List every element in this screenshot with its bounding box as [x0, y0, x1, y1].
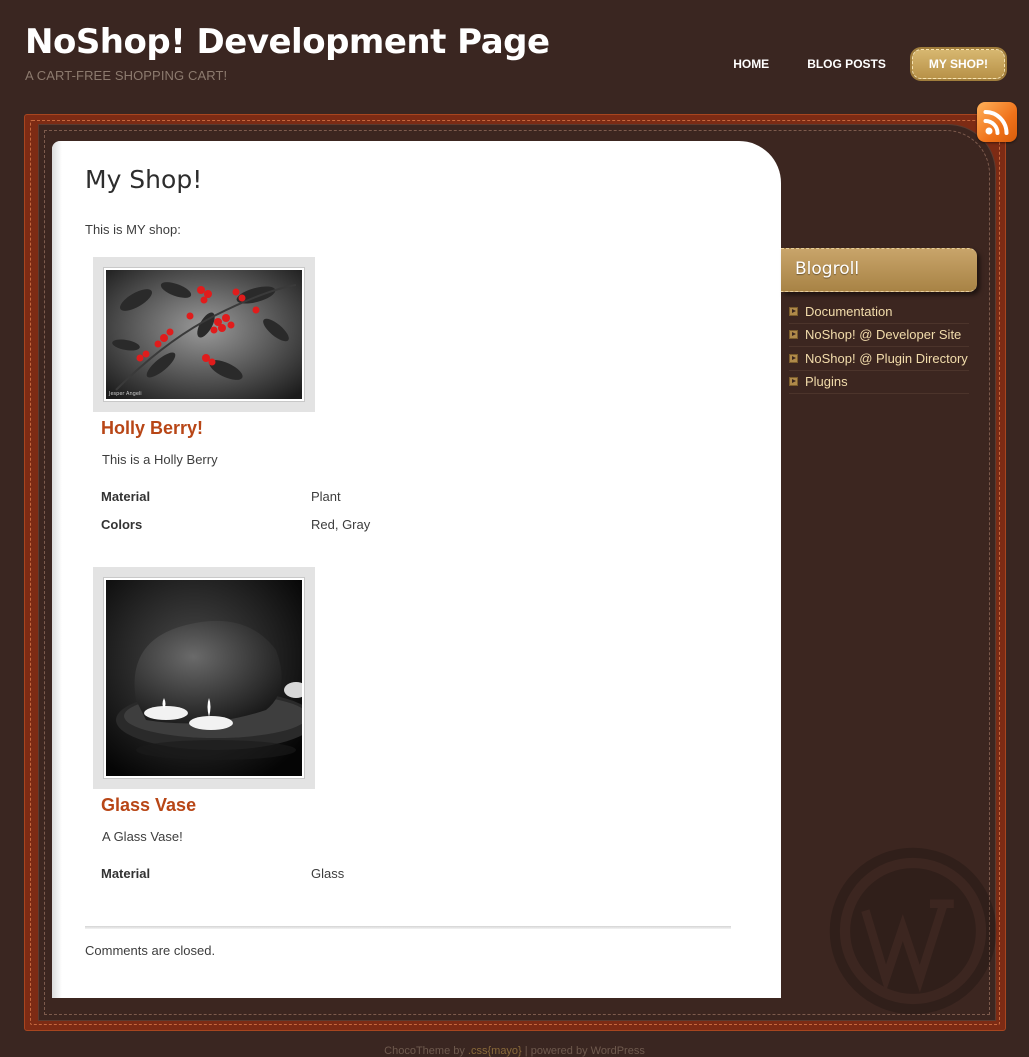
blogroll-link-plugin-directory[interactable]: NoShop! @ Plugin Directory — [805, 351, 968, 366]
attribute-value: Glass — [311, 866, 345, 881]
blogroll-item: Documentation — [789, 300, 969, 324]
main-nav: HOME BLOG POSTS MY SHOP! — [721, 49, 1005, 79]
attribute-value: Red, Gray — [311, 517, 371, 532]
page-title: My Shop! — [85, 165, 203, 194]
product-description: A Glass Vase! — [102, 829, 183, 844]
product-card: Jesper Angeli Holly Berry! This is a Hol… — [85, 257, 748, 545]
attribute-row: Material Glass — [101, 866, 748, 894]
footer-author-link[interactable]: .css{mayo} — [468, 1045, 522, 1057]
attribute-key: Material — [101, 866, 151, 881]
product-image-frame: Jesper Angeli — [93, 257, 315, 412]
nav-my-shop[interactable]: MY SHOP! — [911, 49, 1005, 79]
footer: ChocoTheme by .css{mayo} | powered by Wo… — [0, 1045, 1029, 1057]
intro-text: This is MY shop: — [85, 222, 181, 237]
attribute-value: Plant — [311, 489, 341, 504]
blogroll-list: Documentation NoShop! @ Developer Site N… — [789, 300, 969, 394]
blogroll-link-documentation[interactable]: Documentation — [805, 304, 892, 319]
site-title[interactable]: NoShop! Development Page — [25, 23, 550, 61]
footer-prefix: ChocoTheme by — [384, 1045, 468, 1057]
product-image-frame — [93, 567, 315, 789]
blogroll-link-developer-site[interactable]: NoShop! @ Developer Site — [805, 327, 961, 342]
attribute-row: Material Plant — [101, 489, 748, 517]
site-tagline: A CART-FREE SHOPPING CART! — [25, 68, 228, 83]
product-attributes: Material Plant Colors Red, Gray — [101, 489, 748, 545]
blogroll-title: Blogroll — [781, 248, 977, 292]
product-description: This is a Holly Berry — [102, 452, 218, 467]
blogroll-item: Plugins — [789, 371, 969, 394]
image-credit: Jesper Angeli — [108, 391, 142, 397]
blogroll-link-plugins[interactable]: Plugins — [805, 374, 848, 389]
rss-icon[interactable] — [977, 102, 1017, 142]
product-title[interactable]: Glass Vase — [101, 795, 748, 816]
footer-suffix: | powered by WordPress — [521, 1045, 645, 1057]
main-content: My Shop! This is MY shop: Jesper Angeli … — [52, 141, 781, 998]
comments-status: Comments are closed. — [85, 943, 216, 958]
attribute-row: Colors Red, Gray — [101, 517, 748, 545]
product-attributes: Material Glass — [101, 866, 748, 894]
glass-vase-image[interactable] — [104, 578, 304, 778]
bullet-arrow-icon — [789, 306, 798, 316]
attribute-key: Colors — [101, 517, 143, 532]
bullet-arrow-icon — [789, 377, 798, 387]
blogroll-item: NoShop! @ Plugin Directory — [789, 347, 969, 371]
nav-blog-posts[interactable]: BLOG POSTS — [795, 49, 898, 79]
product-title[interactable]: Holly Berry! — [101, 418, 748, 439]
wordpress-logo-icon — [829, 847, 997, 1015]
holly-berry-image[interactable]: Jesper Angeli — [104, 268, 304, 401]
product-card: Glass Vase A Glass Vase! Material Glass — [85, 567, 748, 894]
blogroll-item: NoShop! @ Developer Site — [789, 324, 969, 347]
bullet-arrow-icon — [789, 353, 798, 363]
attribute-key: Material — [101, 489, 151, 504]
bullet-arrow-icon — [789, 330, 798, 340]
content-divider — [85, 926, 731, 929]
nav-home[interactable]: HOME — [721, 49, 781, 79]
